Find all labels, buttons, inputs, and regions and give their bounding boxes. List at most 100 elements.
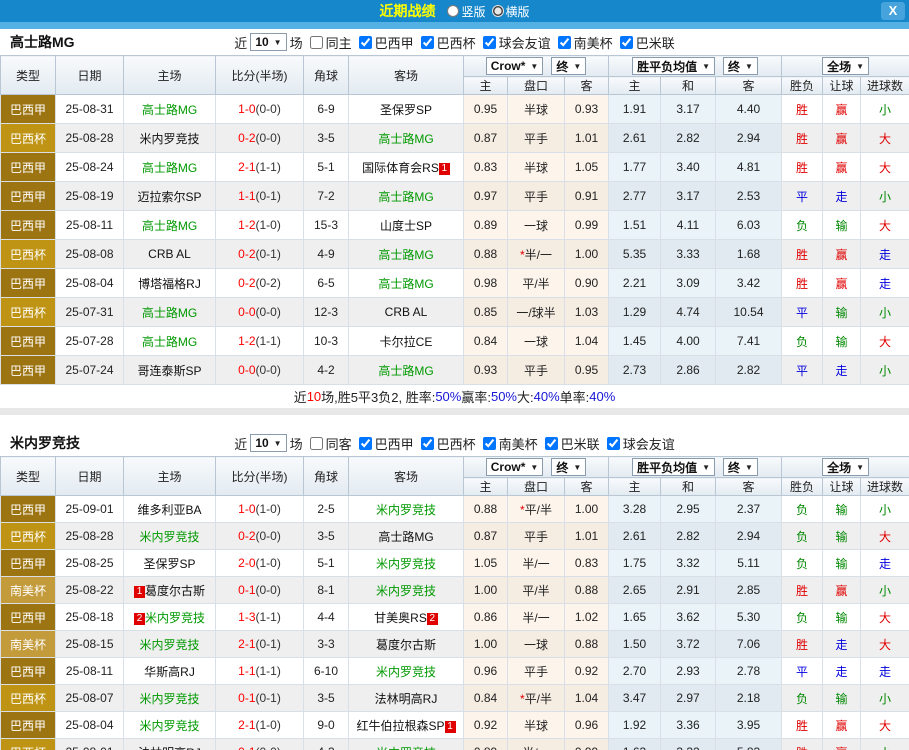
europe-away-odds-cell: 5.11: [716, 550, 782, 577]
close-button[interactable]: X: [881, 2, 905, 20]
half-score: (0-1): [256, 691, 281, 705]
league-filter-checkbox-4[interactable]: [607, 437, 620, 450]
sub-header-0: 主: [464, 478, 508, 496]
team-name: 高士路MG: [10, 32, 75, 52]
summary-part: 40%: [589, 389, 615, 404]
europe-home-odds-cell: 1.50: [609, 631, 661, 658]
wdl-result-cell: 胜: [782, 240, 823, 269]
handicap-result-cell: 输: [823, 523, 861, 550]
layout-option-horizontal[interactable]: 横版: [492, 3, 530, 20]
half-score: (0-1): [256, 637, 281, 651]
horizontal-radio[interactable]: [492, 5, 504, 17]
scope-dropdown[interactable]: 全场▼: [822, 458, 869, 476]
half-score: (1-0): [256, 718, 281, 732]
away-team-cell: 米内罗竞技: [349, 658, 464, 685]
corners-cell: 2-5: [304, 496, 349, 523]
corners-cell: 5-1: [304, 550, 349, 577]
wdl-result-cell: 胜: [782, 269, 823, 298]
score-cell: 0-1(0-1): [216, 685, 304, 712]
league-filter-label-0: 巴西甲: [375, 434, 414, 453]
handicap-result-cell: 赢: [823, 577, 861, 604]
date-cell: 25-08-01: [56, 739, 124, 750]
half-score: (1-1): [256, 160, 281, 174]
europe-home-odds-cell: 2.65: [609, 577, 661, 604]
europe-final-dropdown[interactable]: 终▼: [723, 57, 758, 75]
table-body: 巴西甲25-09-01维多利亚BA1-0(1-0)2-5米内罗竞技0.88*平/…: [1, 496, 909, 750]
score-cell: 0-2(0-0): [216, 523, 304, 550]
sub-header-1: 盘口: [508, 478, 565, 496]
asian-away-odds-cell: 0.95: [565, 356, 609, 385]
wdl-result-cell: 负: [782, 327, 823, 356]
europe-avg-dropdown[interactable]: 胜平负均值▼: [632, 458, 715, 476]
corners-cell: 10-3: [304, 327, 349, 356]
odds-company-dropdown-label: Crow*: [491, 59, 526, 73]
league-filter-checkbox-2[interactable]: [483, 437, 496, 450]
league-filter-checkbox-1[interactable]: [421, 437, 434, 450]
europe-away-odds-cell: 2.37: [716, 496, 782, 523]
odds-company-dropdown-label: Crow*: [491, 460, 526, 474]
league-cell: 巴西甲: [1, 658, 56, 685]
odds-final-dropdown[interactable]: 终▼: [551, 57, 586, 75]
col-header-3: 比分(半场): [216, 457, 304, 496]
home-team-cell: 哥连泰斯SP: [124, 356, 216, 385]
league-filter-label-2: 球会友谊: [499, 33, 551, 52]
league-filter-checkbox-1[interactable]: [421, 36, 434, 49]
score-cell: 1-2(1-1): [216, 327, 304, 356]
europe-avg-dropdown[interactable]: 胜平负均值▼: [632, 57, 715, 75]
same-venue-label: 同客: [326, 434, 352, 453]
europe-away-odds-cell: 4.40: [716, 95, 782, 124]
asian-home-odds-cell: 0.93: [464, 356, 508, 385]
league-filter-checkbox-0[interactable]: [359, 36, 372, 49]
score-cell: 1-3(1-1): [216, 604, 304, 631]
odds-company-dropdown[interactable]: Crow* ▼: [486, 57, 544, 75]
final-score: 1-1: [238, 664, 255, 678]
col-header-0: 类型: [1, 457, 56, 496]
odds-final-dropdown[interactable]: 终▼: [551, 458, 586, 476]
vertical-radio[interactable]: [447, 5, 459, 17]
date-cell: 25-08-15: [56, 631, 124, 658]
league-filter-checkbox-3[interactable]: [545, 437, 558, 450]
europe-away-odds-cell: 2.53: [716, 182, 782, 211]
half-score: (0-1): [256, 189, 281, 203]
goals-result-cell: 走: [861, 550, 909, 577]
team-name-text: 哥连泰斯SP: [137, 364, 201, 378]
sub-header-7: 让球: [823, 77, 861, 95]
league-filter-checkbox-4[interactable]: [620, 36, 633, 49]
same-venue-checkbox[interactable]: [310, 36, 323, 49]
scope-dropdown-label: 全场: [827, 58, 851, 75]
score-cell: 2-1(1-0): [216, 712, 304, 739]
league-filter-checkbox-0[interactable]: [359, 437, 372, 450]
same-venue-checkbox[interactable]: [310, 437, 323, 450]
asian-home-odds-cell: 0.86: [464, 604, 508, 631]
layout-option-vertical[interactable]: 竖版: [447, 3, 485, 20]
match-row: 巴西杯25-08-08CRB AL0-2(0-1)4-9高士路MG0.88*半/…: [1, 240, 909, 269]
europe-avg-dropdown-label: 胜平负均值: [637, 58, 697, 75]
chevron-down-icon: ▼: [530, 62, 538, 71]
match-row: 巴西甲25-08-04博塔福格RJ0-2(0-2)6-5高士路MG0.98平/半…: [1, 269, 909, 298]
half-score: (1-0): [256, 218, 281, 232]
scope-dropdown[interactable]: 全场▼: [822, 57, 869, 75]
handicap-cell: 平手: [508, 658, 565, 685]
matches-table: 类型日期主场比分(半场)角球客场Crow*▼终▼胜平负均值▼终▼全场▼主盘口客主…: [0, 456, 909, 750]
half-score: (1-1): [256, 334, 281, 348]
europe-final-dropdown[interactable]: 终▼: [723, 458, 758, 476]
europe-draw-odds-cell: 4.11: [661, 211, 716, 240]
league-filter-checkbox-2[interactable]: [483, 36, 496, 49]
corners-cell: 6-9: [304, 95, 349, 124]
europe-draw-odds-cell: 4.00: [661, 327, 716, 356]
sub-header-6: 胜负: [782, 77, 823, 95]
half-score: (0-0): [256, 745, 281, 750]
europe-away-odds-cell: 3.95: [716, 712, 782, 739]
goals-result-cell: 小: [861, 356, 909, 385]
wdl-result-cell: 平: [782, 298, 823, 327]
half-score: (0-0): [256, 305, 281, 319]
handicap-cell: 半球: [508, 95, 565, 124]
league-filter-checkbox-3[interactable]: [558, 36, 571, 49]
match-count-dropdown[interactable]: 10▼: [250, 33, 286, 51]
team-name-text: 高士路MG: [142, 335, 197, 349]
match-count-dropdown[interactable]: 10▼: [250, 434, 286, 452]
team-name-text: 米内罗竞技: [145, 611, 205, 625]
goals-result-cell: 大: [861, 712, 909, 739]
odds-company-dropdown[interactable]: Crow*▼: [486, 458, 544, 476]
date-cell: 25-08-08: [56, 240, 124, 269]
